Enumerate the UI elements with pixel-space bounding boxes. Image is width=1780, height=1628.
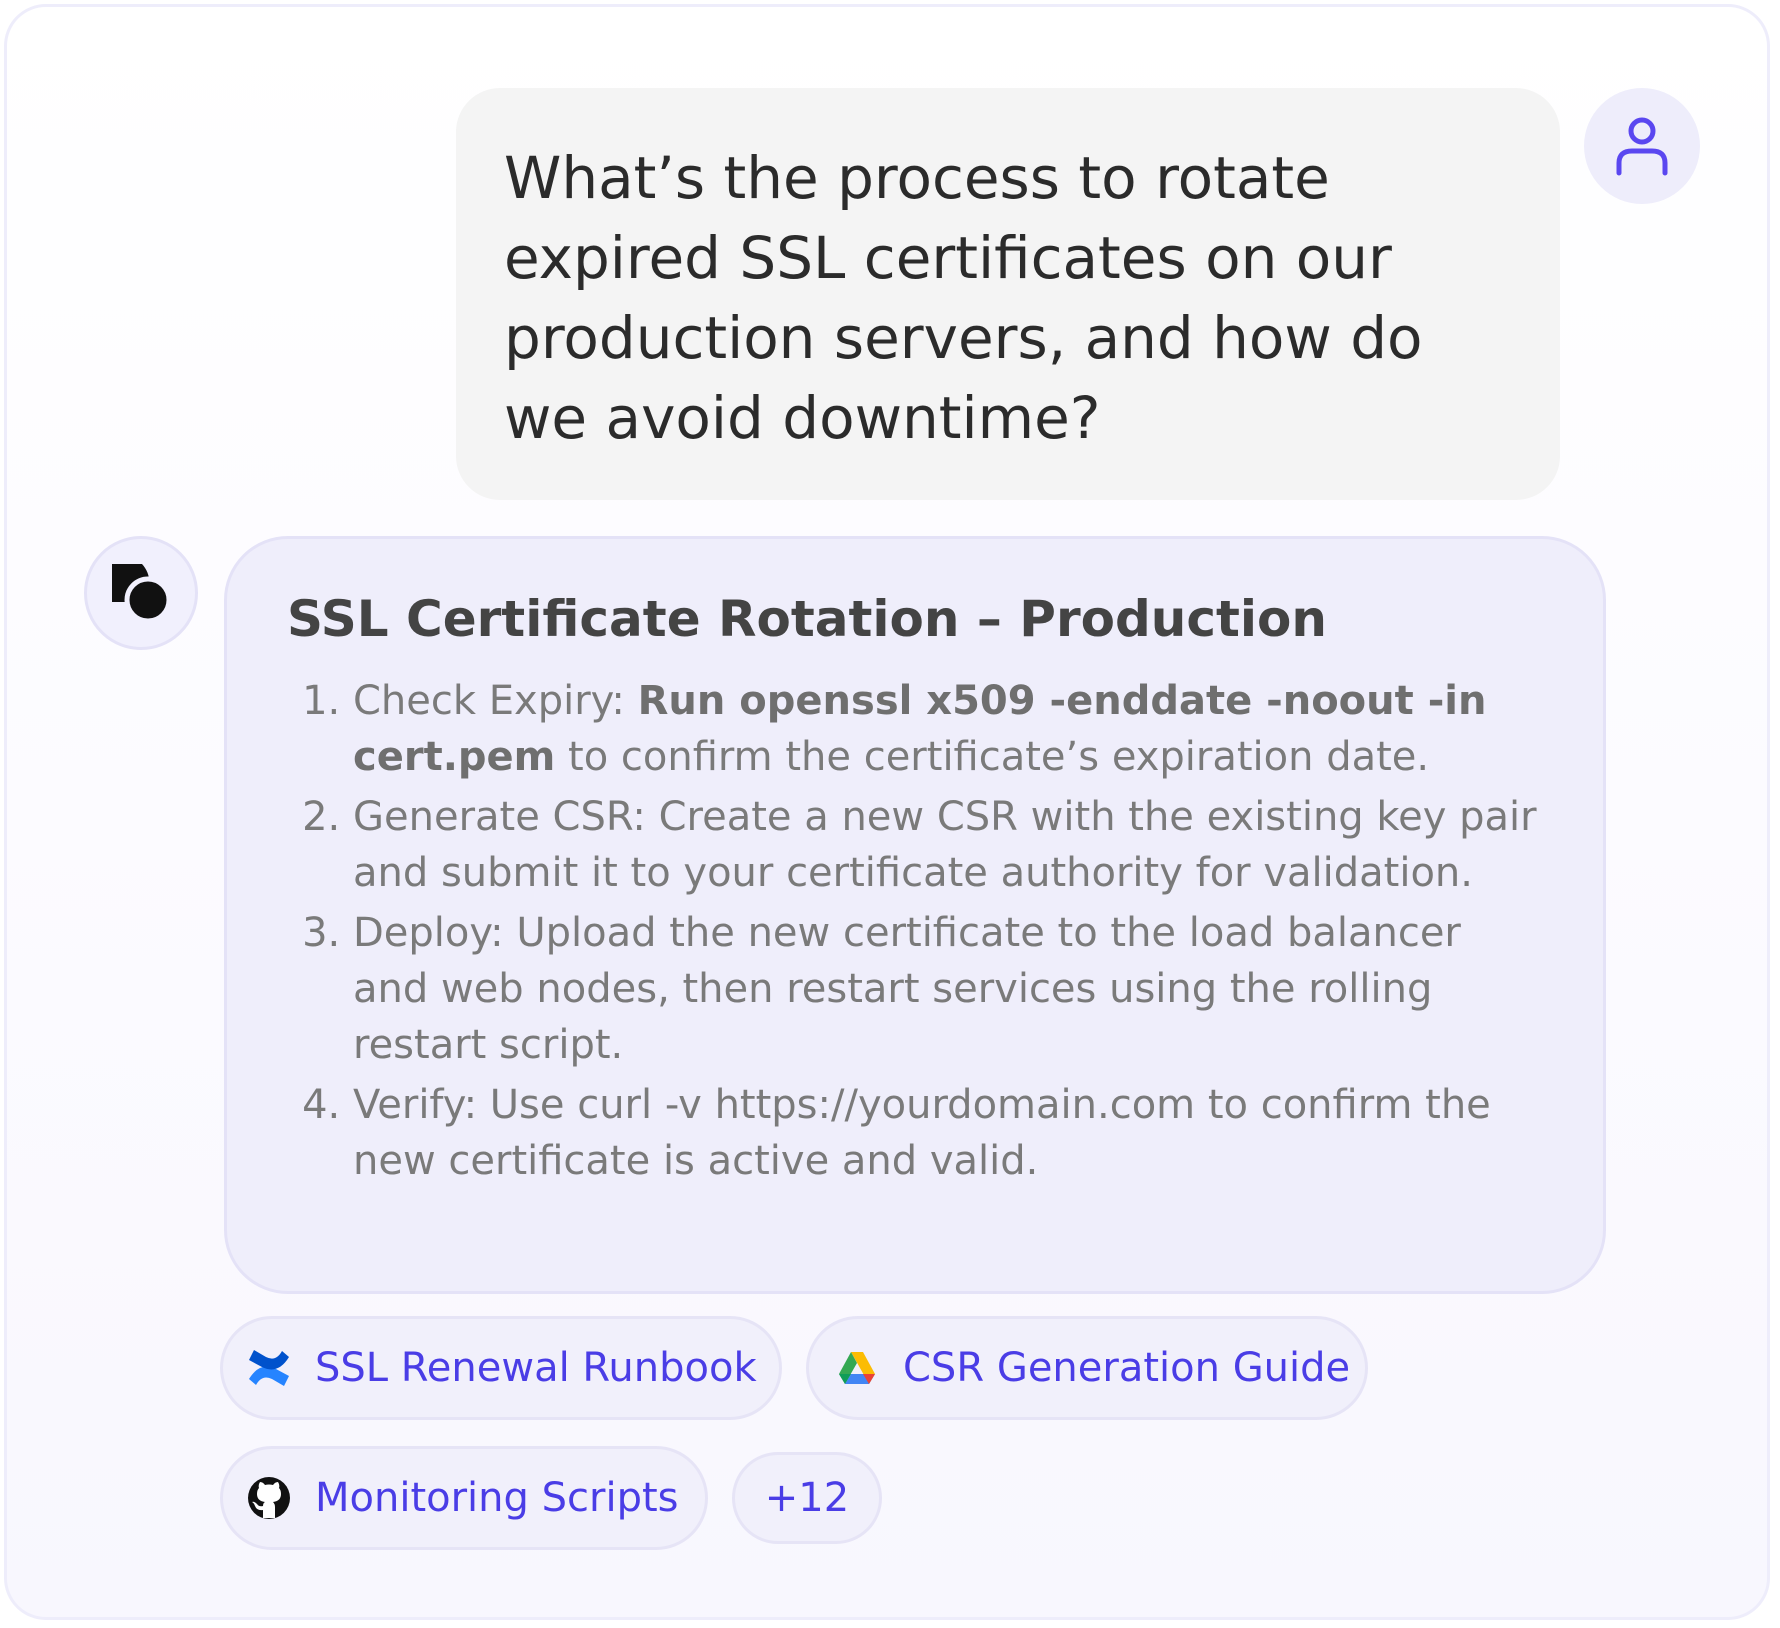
steps-list: Check Expiry: Run openssl x509 -enddate … [287, 673, 1543, 1189]
github-icon [245, 1474, 293, 1522]
more-sources-count: +12 [764, 1475, 850, 1521]
step-text: Verify: Use curl -v https://yourdomain.c… [353, 1082, 1491, 1184]
source-chip-label: CSR Generation Guide [903, 1345, 1351, 1391]
source-chip-label: Monitoring Scripts [315, 1475, 679, 1521]
list-item: Verify: Use curl -v https://yourdomain.c… [353, 1077, 1543, 1189]
user-icon [1616, 117, 1668, 176]
list-item: Deploy: Upload the new certificate to th… [353, 905, 1543, 1073]
answer-title: SSL Certificate Rotation – Production [287, 590, 1327, 648]
user-message-text: What’s the process to rotate expired SSL… [504, 144, 1423, 452]
step-text: Deploy: Upload the new certificate to th… [353, 910, 1461, 1068]
user-avatar [1584, 88, 1700, 204]
user-message-bubble: What’s the process to rotate expired SSL… [456, 88, 1560, 500]
list-item: Generate CSR: Create a new CSR with the … [353, 789, 1543, 901]
source-chip-ssl-renewal-runbook[interactable]: SSL Renewal Runbook [220, 1316, 782, 1420]
assistant-avatar [84, 536, 198, 650]
step-text: to confirm the certificate’s expiration … [555, 734, 1430, 780]
source-chip-csr-generation-guide[interactable]: CSR Generation Guide [806, 1316, 1368, 1420]
step-text: Check Expiry: [353, 678, 638, 724]
list-item: Check Expiry: Run openssl x509 -enddate … [353, 673, 1543, 785]
assistant-logo-icon [112, 564, 172, 624]
confluence-icon [245, 1344, 293, 1392]
step-text: Generate CSR: Create a new CSR with the … [353, 794, 1537, 896]
assistant-message-bubble: SSL Certificate Rotation – Production Ch… [224, 536, 1606, 1294]
source-chip-label: SSL Renewal Runbook [315, 1345, 757, 1391]
more-sources-button[interactable]: +12 [732, 1452, 882, 1544]
google-drive-icon [833, 1344, 881, 1392]
source-chip-monitoring-scripts[interactable]: Monitoring Scripts [220, 1446, 708, 1550]
